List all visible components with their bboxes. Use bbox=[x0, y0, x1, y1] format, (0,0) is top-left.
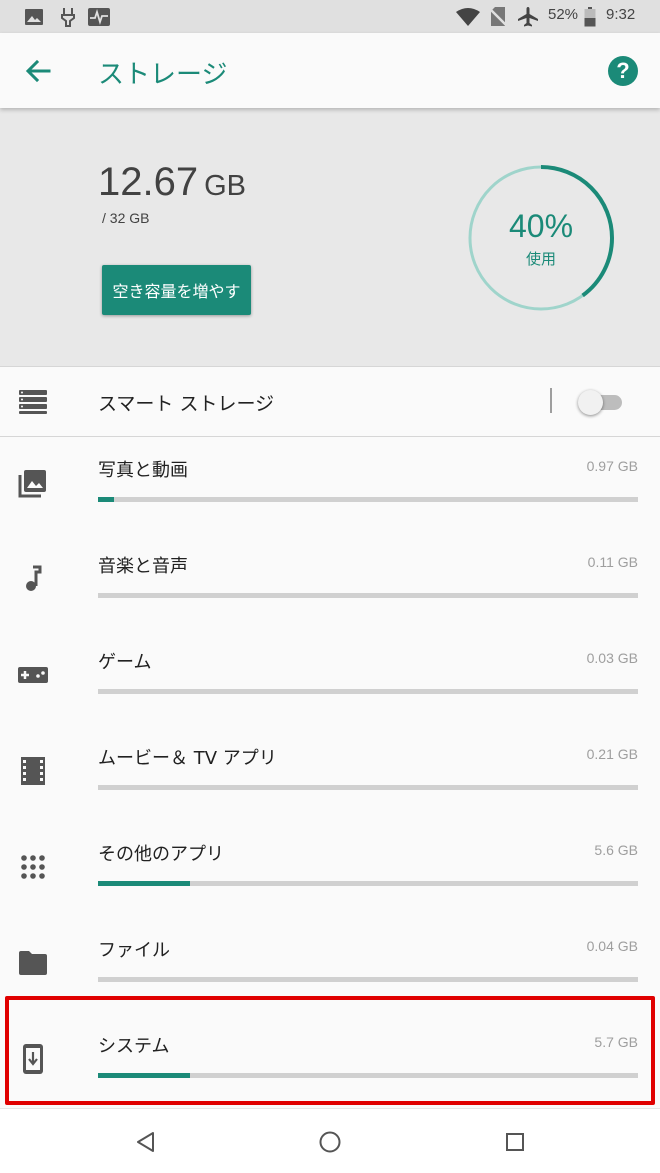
used-value: 12.67 bbox=[98, 160, 199, 204]
category-label: 写真と動画 bbox=[98, 460, 188, 481]
music-note-icon bbox=[17, 563, 49, 595]
back-button[interactable] bbox=[14, 47, 62, 95]
page-title: ストレージ bbox=[98, 60, 228, 90]
category-size: 5.6 GB bbox=[594, 842, 638, 858]
smart-storage-label: スマート ストレージ bbox=[98, 393, 275, 415]
smart-storage-row[interactable]: スマート ストレージ bbox=[0, 367, 660, 437]
no-sim-icon bbox=[490, 7, 506, 27]
category-movies-tv[interactable]: ムービー＆ TV アプリ 0.21 GB bbox=[0, 725, 660, 821]
nav-home-button[interactable] bbox=[315, 1127, 345, 1157]
category-size: 0.97 GB bbox=[586, 458, 638, 474]
pulse-icon bbox=[88, 7, 110, 27]
storage-summary: 12.67 GB / 32 GB 空き容量を増やす 40% 使用 bbox=[0, 108, 660, 367]
smart-storage-toggle[interactable] bbox=[578, 387, 624, 417]
wifi-icon bbox=[456, 7, 480, 27]
app-bar: ストレージ ? bbox=[0, 33, 660, 108]
gamepad-icon bbox=[17, 659, 49, 691]
movie-icon bbox=[17, 755, 49, 787]
usage-bar-fill bbox=[98, 497, 115, 502]
arrow-left-icon bbox=[25, 59, 51, 83]
folder-icon bbox=[17, 947, 49, 979]
category-size: 0.04 GB bbox=[586, 938, 638, 954]
usage-bar-fill bbox=[98, 881, 190, 886]
divider bbox=[550, 388, 552, 413]
category-label: その他のアプリ bbox=[98, 844, 224, 865]
status-bar: 52% 9:32 bbox=[0, 0, 660, 33]
category-photos-videos[interactable]: 写真と動画 0.97 GB bbox=[0, 437, 660, 533]
category-usage-bar bbox=[98, 881, 638, 886]
clock: 9:32 bbox=[606, 6, 636, 23]
category-usage-bar bbox=[98, 689, 638, 694]
usage-label: 使用 bbox=[525, 250, 556, 268]
highlight-box bbox=[5, 996, 655, 1105]
navigation-bar bbox=[0, 1108, 660, 1173]
nav-home-icon bbox=[319, 1131, 341, 1153]
category-music-audio[interactable]: 音楽と音声 0.11 GB bbox=[0, 533, 660, 629]
category-usage-bar bbox=[98, 977, 638, 982]
battery-percent: 52% bbox=[548, 6, 579, 23]
nav-back-button[interactable] bbox=[130, 1127, 160, 1157]
nav-back-icon bbox=[137, 1132, 154, 1152]
usage-percent: 40% bbox=[508, 208, 574, 244]
nav-recents-button[interactable] bbox=[500, 1127, 530, 1157]
used-unit: GB bbox=[204, 170, 247, 202]
category-size: 0.11 GB bbox=[587, 554, 638, 570]
category-label: 音楽と音声 bbox=[98, 556, 188, 577]
category-usage-bar bbox=[98, 497, 638, 502]
category-games[interactable]: ゲーム 0.03 GB bbox=[0, 629, 660, 725]
total-storage: / 32 GB bbox=[102, 210, 150, 226]
toggle-thumb bbox=[578, 390, 603, 415]
free-up-space-button[interactable]: 空き容量を増やす bbox=[102, 265, 251, 315]
category-other-apps[interactable]: その他のアプリ 5.6 GB bbox=[0, 821, 660, 917]
category-label: ムービー＆ TV アプリ bbox=[98, 748, 277, 769]
usb-icon bbox=[60, 7, 76, 27]
battery-icon bbox=[584, 7, 596, 27]
category-size: 0.21 GB bbox=[586, 746, 638, 762]
airplane-icon bbox=[517, 7, 539, 27]
photo-icon bbox=[24, 7, 44, 27]
category-usage-bar bbox=[98, 785, 638, 790]
nav-recents-icon bbox=[506, 1133, 524, 1151]
help-icon: ? bbox=[616, 58, 630, 83]
category-label: ゲーム bbox=[98, 652, 152, 673]
category-label: ファイル bbox=[98, 940, 170, 961]
help-button[interactable]: ? bbox=[608, 56, 638, 86]
storage-list-icon bbox=[18, 389, 48, 419]
used-storage: 12.67 GB bbox=[98, 160, 246, 205]
apps-grid-icon bbox=[17, 851, 49, 883]
photos-icon bbox=[17, 467, 49, 499]
category-usage-bar bbox=[98, 593, 638, 598]
category-size: 0.03 GB bbox=[586, 650, 638, 666]
